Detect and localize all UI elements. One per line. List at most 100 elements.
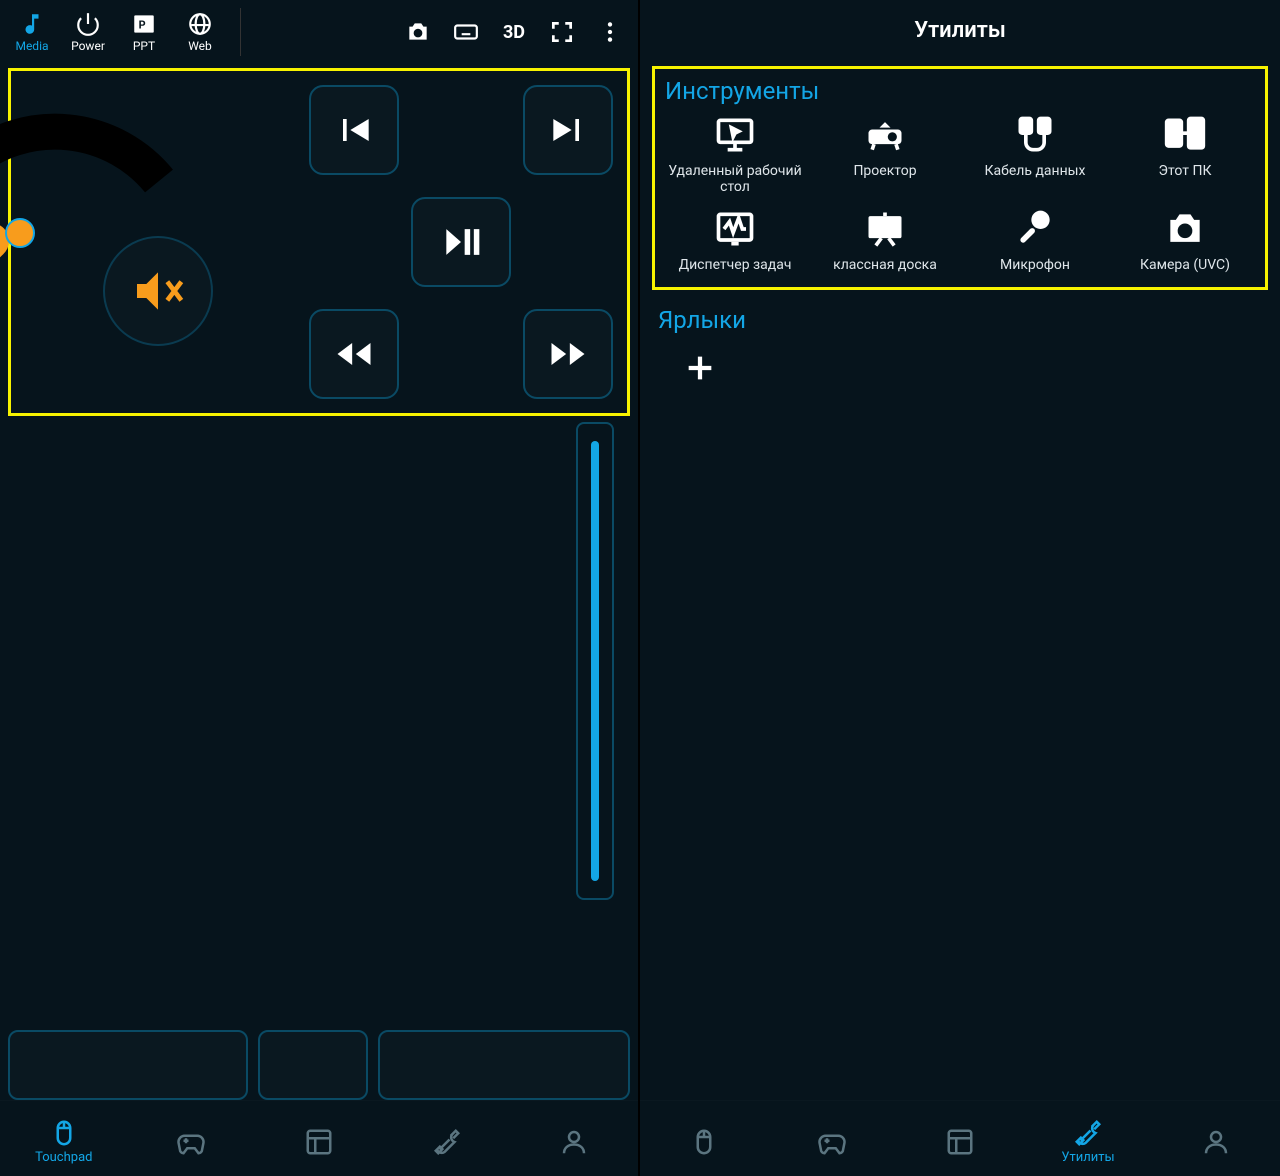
action-3d[interactable]: 3D [492, 10, 536, 54]
tool-microphone[interactable]: Микрофон [965, 207, 1105, 273]
power-icon [75, 11, 101, 37]
action-keyboard[interactable] [444, 10, 488, 54]
forward-button[interactable] [523, 309, 613, 399]
left-panel: Media Power P PPT Web 3D [0, 0, 640, 1176]
tool-remote-desktop[interactable]: Удаленный рабочий стол [665, 113, 805, 195]
action-fullscreen[interactable] [540, 10, 584, 54]
prev-track-button[interactable] [309, 85, 399, 175]
tool-label: Микрофон [1000, 257, 1070, 273]
right-click-button[interactable] [378, 1030, 630, 1100]
powerpoint-icon: P [131, 11, 157, 37]
phone-pc-icon [1163, 113, 1207, 157]
tools-section: Инструменты Удаленный рабочий стол Проек… [652, 66, 1268, 290]
svg-text:P: P [139, 18, 146, 31]
action-camera[interactable] [396, 10, 440, 54]
camera-icon [405, 19, 431, 45]
wrench-screwdriver-icon [1073, 1118, 1103, 1148]
whiteboard-icon [863, 207, 907, 251]
tool-data-cable[interactable]: Кабель данных [965, 113, 1105, 195]
volume-dial[interactable] [11, 71, 241, 413]
tool-camera-uvc[interactable]: Камера (UVC) [1115, 207, 1255, 273]
tab-label: PPT [133, 39, 155, 53]
camera-icon [1163, 207, 1207, 251]
top-toolbar: Media Power P PPT Web 3D [0, 0, 638, 64]
play-pause-button[interactable] [411, 197, 511, 287]
rewind-icon [332, 332, 376, 376]
middle-click-button[interactable] [258, 1030, 368, 1100]
media-button-grid [241, 71, 627, 413]
three-d-label: 3D [503, 22, 525, 43]
fullscreen-icon [549, 19, 575, 45]
gamepad-icon [817, 1127, 847, 1157]
left-click-button[interactable] [8, 1030, 248, 1100]
volume-knob[interactable] [5, 218, 35, 248]
previous-track-icon [332, 108, 376, 152]
trackpad-area[interactable] [8, 422, 630, 1100]
nav-layout[interactable] [274, 1127, 364, 1157]
shortcuts-heading: Ярлыки [658, 306, 1280, 334]
microphone-icon [1013, 207, 1057, 251]
tool-label: Проектор [853, 163, 916, 179]
nav-label: Touchpad [35, 1150, 92, 1165]
next-track-button[interactable] [523, 85, 613, 175]
nav-utilities[interactable] [402, 1127, 492, 1157]
music-note-icon [19, 11, 45, 37]
tool-label: классная доска [833, 257, 937, 273]
media-controls-panel [8, 68, 630, 416]
internet-explorer-icon [187, 11, 213, 37]
scroll-thumb[interactable] [591, 441, 599, 881]
tab-label: Web [188, 39, 212, 53]
tab-power[interactable]: Power [62, 3, 114, 61]
nav-user[interactable] [529, 1127, 619, 1157]
mouse-button-row [8, 1030, 630, 1100]
tools-grid: Удаленный рабочий стол Проектор Кабель д… [665, 113, 1255, 273]
plus-icon [683, 351, 717, 385]
tab-media[interactable]: Media [6, 3, 58, 61]
tool-this-pc[interactable]: Этот ПК [1115, 113, 1255, 195]
activity-monitor-icon [713, 207, 757, 251]
tool-label: Удаленный рабочий стол [665, 163, 805, 195]
bottom-nav-left: Touchpad [0, 1100, 638, 1176]
tool-label: Кабель данных [985, 163, 1086, 179]
nav-layout[interactable] [915, 1127, 1005, 1157]
scroll-bar[interactable] [576, 422, 614, 900]
tab-web[interactable]: Web [174, 3, 226, 61]
tab-label: Media [15, 39, 48, 53]
tab-label: Power [71, 39, 105, 53]
tab-ppt[interactable]: P PPT [118, 3, 170, 61]
nav-touchpad[interactable] [659, 1127, 749, 1157]
nav-utilities[interactable]: Утилиты [1043, 1118, 1133, 1165]
page-title: Утилиты [640, 0, 1280, 60]
tool-projector[interactable]: Проектор [815, 113, 955, 195]
tool-label: Диспетчер задач [679, 257, 792, 273]
next-track-icon [546, 108, 590, 152]
tool-task-manager[interactable]: Диспетчер задач [665, 207, 805, 273]
user-icon [559, 1127, 589, 1157]
divider [240, 8, 241, 56]
keyboard-icon [453, 19, 479, 45]
nav-touchpad[interactable]: Touchpad [19, 1118, 109, 1165]
tool-label: Камера (UVC) [1140, 257, 1230, 273]
mouse-icon [49, 1118, 79, 1148]
projector-icon [863, 113, 907, 157]
wrench-screwdriver-icon [432, 1127, 462, 1157]
rewind-button[interactable] [309, 309, 399, 399]
fast-forward-icon [546, 332, 590, 376]
mute-button[interactable] [103, 236, 213, 346]
mouse-icon [689, 1127, 719, 1157]
nav-user[interactable] [1171, 1127, 1261, 1157]
play-pause-icon [439, 220, 483, 264]
monitor-cursor-icon [713, 113, 757, 157]
layout-icon [945, 1127, 975, 1157]
nav-gamepad[interactable] [787, 1127, 877, 1157]
add-shortcut-button[interactable] [670, 338, 730, 398]
tools-heading: Инструменты [665, 77, 1255, 105]
tool-whiteboard[interactable]: классная доска [815, 207, 955, 273]
nav-gamepad[interactable] [146, 1127, 236, 1157]
user-icon [1201, 1127, 1231, 1157]
tool-label: Этот ПК [1159, 163, 1212, 179]
action-more[interactable] [588, 10, 632, 54]
right-panel: Утилиты Инструменты Удаленный рабочий ст… [640, 0, 1280, 1176]
nav-label: Утилиты [1061, 1150, 1114, 1165]
gamepad-icon [176, 1127, 206, 1157]
